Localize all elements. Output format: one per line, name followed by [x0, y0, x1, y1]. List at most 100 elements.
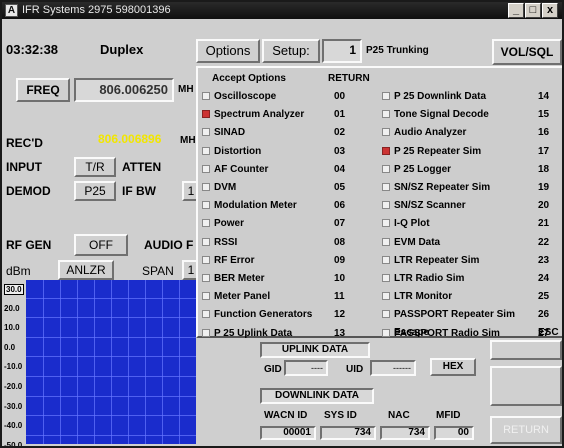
menu-item[interactable]: P 25 Downlink Data — [382, 88, 486, 105]
hex-button[interactable]: HEX — [430, 358, 476, 376]
setup-number-field[interactable]: 1 — [322, 39, 362, 63]
menu-item[interactable]: Power — [202, 215, 244, 232]
checkbox-icon[interactable] — [382, 92, 390, 100]
checkbox-icon[interactable] — [382, 255, 390, 264]
menu-item[interactable]: I-Q Plot — [382, 215, 430, 232]
checkbox-icon[interactable] — [202, 328, 210, 337]
checkbox-icon[interactable] — [202, 92, 210, 100]
menu-item-label: Function Generators — [214, 309, 313, 321]
y-tick-label: 20.0 — [4, 303, 20, 313]
checkbox-icon[interactable] — [382, 146, 390, 155]
close-button[interactable]: x — [542, 3, 558, 18]
menu-item[interactable]: LTR Repeater Sim — [382, 252, 479, 269]
checkbox-icon[interactable] — [202, 110, 210, 119]
menu-item[interactable]: PASSPORT Repeater Sim — [382, 306, 515, 323]
wacn-field[interactable]: 00001 — [260, 426, 316, 440]
checkbox-icon[interactable] — [202, 274, 210, 282]
grid-line — [77, 280, 78, 444]
softkey-blank-1[interactable] — [490, 340, 562, 360]
menu-item[interactable]: BER Meter — [202, 270, 265, 287]
grid-line — [26, 434, 196, 436]
menu-item-number: 26 — [538, 309, 550, 321]
menu-item[interactable]: Oscilloscope — [202, 88, 276, 105]
menu-item[interactable]: SINAD — [202, 124, 245, 141]
menu-item[interactable]: Meter Panel — [202, 288, 270, 305]
checkbox-icon[interactable] — [382, 110, 390, 119]
minimize-button[interactable]: _ — [508, 3, 524, 18]
menu-item[interactable]: Tone Signal Decode — [382, 106, 489, 123]
checkbox-icon[interactable] — [202, 128, 210, 137]
menu-item-label: Audio Analyzer — [394, 127, 467, 139]
checkbox-icon[interactable] — [382, 164, 390, 173]
escape-item[interactable]: Escape — [394, 324, 429, 341]
menu-item[interactable]: SN/SZ Scanner — [382, 197, 466, 214]
accept-options-item[interactable]: Accept Options — [212, 70, 286, 87]
maximize-button[interactable]: □ — [525, 3, 541, 18]
menu-item-label: BER Meter — [214, 273, 265, 284]
rf-gen-button[interactable]: OFF — [74, 234, 128, 256]
checkbox-icon[interactable] — [202, 292, 210, 301]
nac-label: NAC — [388, 410, 410, 421]
menu-item[interactable]: EVM Data — [382, 234, 440, 251]
menu-item[interactable]: P 25 Logger — [382, 161, 451, 178]
checkbox-icon[interactable] — [382, 292, 390, 301]
input-button[interactable]: T/R — [74, 157, 116, 177]
anlzr-button[interactable]: ANLZR — [58, 260, 114, 280]
menu-item[interactable]: P 25 Repeater Sim — [382, 143, 481, 160]
menu-item[interactable]: Function Generators — [202, 306, 312, 323]
grid-line — [60, 280, 61, 444]
freq-button[interactable]: FREQ — [16, 78, 70, 102]
menu-item[interactable]: AF Counter — [202, 161, 268, 178]
menu-item-label: RF Error — [214, 254, 255, 266]
recd-value: 806.006896 — [98, 132, 162, 146]
checkbox-icon[interactable] — [382, 310, 390, 319]
menu-item[interactable]: Audio Analyzer — [382, 124, 466, 141]
checkbox-icon[interactable] — [202, 164, 210, 173]
checkbox-icon[interactable] — [202, 146, 210, 155]
return-item[interactable]: RETURN — [328, 70, 370, 87]
softkey-blank-2[interactable] — [490, 366, 562, 406]
menu-item[interactable]: SN/SZ Repeater Sim — [382, 179, 490, 196]
checkbox-icon[interactable] — [382, 328, 390, 337]
checkbox-icon[interactable] — [202, 237, 210, 246]
y-tick-label: -20.0 — [4, 382, 23, 391]
checkbox-icon[interactable] — [202, 183, 210, 191]
app-window: A IFR Systems 2975 598001396 _ □ x 03:32… — [0, 0, 564, 448]
duplex-label: Duplex — [100, 42, 144, 57]
menu-item[interactable]: LTR Radio Sim — [382, 270, 464, 287]
menu-item-label: Tone Signal Decode — [394, 109, 489, 121]
uid-field[interactable]: ------ — [370, 360, 416, 376]
demod-button[interactable]: P25 — [74, 181, 116, 201]
menu-item[interactable]: RF Error — [202, 252, 255, 269]
menu-item[interactable]: Spectrum Analyzer — [202, 106, 304, 123]
nac-field[interactable]: 734 — [380, 426, 430, 440]
checkbox-icon[interactable] — [382, 274, 390, 282]
checkbox-icon[interactable] — [202, 255, 210, 264]
checkbox-icon[interactable] — [382, 237, 390, 246]
mfid-field[interactable]: 00 — [434, 426, 474, 440]
gid-field[interactable]: ---- — [284, 360, 328, 376]
checkbox-icon[interactable] — [382, 201, 390, 210]
menu-item[interactable]: DVM — [202, 179, 236, 196]
options-button[interactable]: Options — [196, 39, 260, 63]
vol-sql-button[interactable]: VOL/SQL — [492, 39, 562, 65]
menu-item[interactable]: RSSI — [202, 234, 237, 251]
menu-item[interactable]: LTR Monitor — [382, 288, 452, 305]
menu-item[interactable]: Modulation Meter — [202, 197, 297, 214]
checkbox-icon[interactable] — [382, 219, 390, 228]
setup-button[interactable]: Setup: — [262, 39, 320, 63]
checkbox-icon[interactable] — [382, 128, 390, 137]
menu-item[interactable]: Distortion — [202, 143, 261, 160]
freq-value-field[interactable]: 806.006250 — [74, 78, 174, 102]
menu-item-label: DVM — [214, 182, 237, 193]
checkbox-icon[interactable] — [202, 201, 210, 210]
checkbox-icon[interactable] — [202, 310, 210, 319]
menu-item[interactable]: P 25 Uplink Data — [202, 325, 292, 342]
sysid-field[interactable]: 734 — [320, 426, 376, 440]
return-button[interactable]: RETURN — [490, 416, 562, 444]
downlink-title: DOWNLINK DATA — [260, 388, 374, 404]
grid-line — [26, 415, 196, 417]
menu-item-number: 13 — [334, 327, 346, 339]
checkbox-icon[interactable] — [202, 219, 210, 228]
checkbox-icon[interactable] — [382, 183, 390, 191]
